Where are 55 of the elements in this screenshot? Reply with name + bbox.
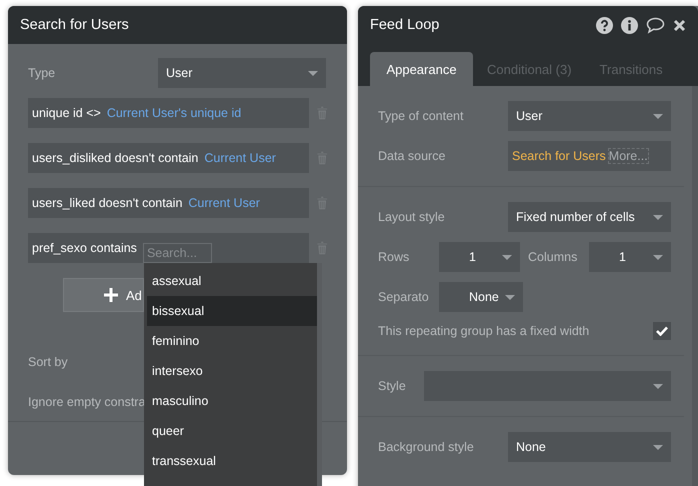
columns-dropdown[interactable]: 1: [589, 242, 671, 272]
data-source-field[interactable]: Search for Users More...: [508, 141, 671, 171]
info-icon[interactable]: [621, 16, 638, 34]
dropdown-option[interactable]: assexual: [147, 266, 317, 296]
type-of-content-dropdown[interactable]: User: [508, 101, 671, 131]
rows-dropdown[interactable]: 1: [439, 242, 520, 272]
add-constraint-button[interactable]: Ad: [63, 278, 144, 312]
dropdown-option[interactable]: masculino: [147, 386, 317, 416]
constraint-text: pref_sexo contains: [32, 241, 137, 255]
caret-icon: [505, 294, 515, 300]
constraint-field[interactable]: users_disliked doesn't contain Current User: [28, 143, 309, 173]
data-source-value[interactable]: Search for Users: [512, 149, 606, 163]
fixed-width-label: This repeating group has a fixed width: [378, 324, 590, 338]
caret-icon: [502, 254, 512, 260]
caret-icon: [653, 214, 663, 220]
sort-label: Sort by: [28, 355, 69, 369]
dropdown-option[interactable]: bissexual: [147, 296, 317, 326]
close-icon[interactable]: [673, 18, 686, 32]
dropdown-option[interactable]: intersexo: [147, 356, 317, 386]
layout-style-dropdown[interactable]: Fixed number of cells: [508, 202, 671, 232]
caret-icon: [653, 384, 663, 388]
constraint-field[interactable]: unique id <> Current User's unique id: [28, 98, 309, 128]
panel-title: Feed Loop: [370, 17, 440, 33]
check-icon: [656, 326, 668, 336]
search-field[interactable]: Search...: [142, 243, 212, 263]
help-icon[interactable]: [596, 16, 613, 34]
caret-icon: [653, 114, 663, 118]
background-style-dropdown[interactable]: None: [508, 432, 671, 462]
fixed-width-checkbox[interactable]: [653, 322, 671, 340]
background-style-label: Background style: [378, 440, 475, 454]
type-dropdown[interactable]: User: [158, 58, 326, 88]
dropdown-option[interactable]: transsexual: [147, 446, 317, 476]
type-of-content-label: Type of content: [378, 109, 464, 123]
plus-icon: [104, 288, 118, 302]
constraint-text: unique id <>: [32, 106, 101, 120]
data-source-label: Data source: [378, 149, 446, 163]
constraint-field[interactable]: pref_sexo contains Search...: [28, 233, 309, 263]
columns-label: Columns: [528, 250, 578, 264]
caret-icon: [653, 444, 663, 450]
style-label: Style: [378, 379, 407, 393]
constraint-field[interactable]: users_liked doesn't contain Current User: [28, 188, 309, 218]
constraint-text: users_disliked doesn't contain: [32, 151, 198, 165]
caret-icon: [308, 70, 318, 76]
dropdown-option[interactable]: feminino: [147, 326, 317, 356]
type-label: Type: [28, 66, 56, 80]
separator-label: Separato: [378, 290, 430, 304]
layout-style-label: Layout style: [378, 210, 446, 224]
rows-label: Rows: [378, 250, 410, 264]
separator-dropdown[interactable]: None: [439, 282, 523, 312]
panel-title: Search for Users: [20, 17, 129, 33]
dropdown-option[interactable]: queer: [147, 416, 317, 446]
caret-icon: [653, 254, 663, 260]
comment-icon[interactable]: [646, 16, 665, 34]
constraint-text: users_liked doesn't contain: [32, 196, 182, 210]
tab[interactable]: Appearance: [370, 52, 473, 86]
